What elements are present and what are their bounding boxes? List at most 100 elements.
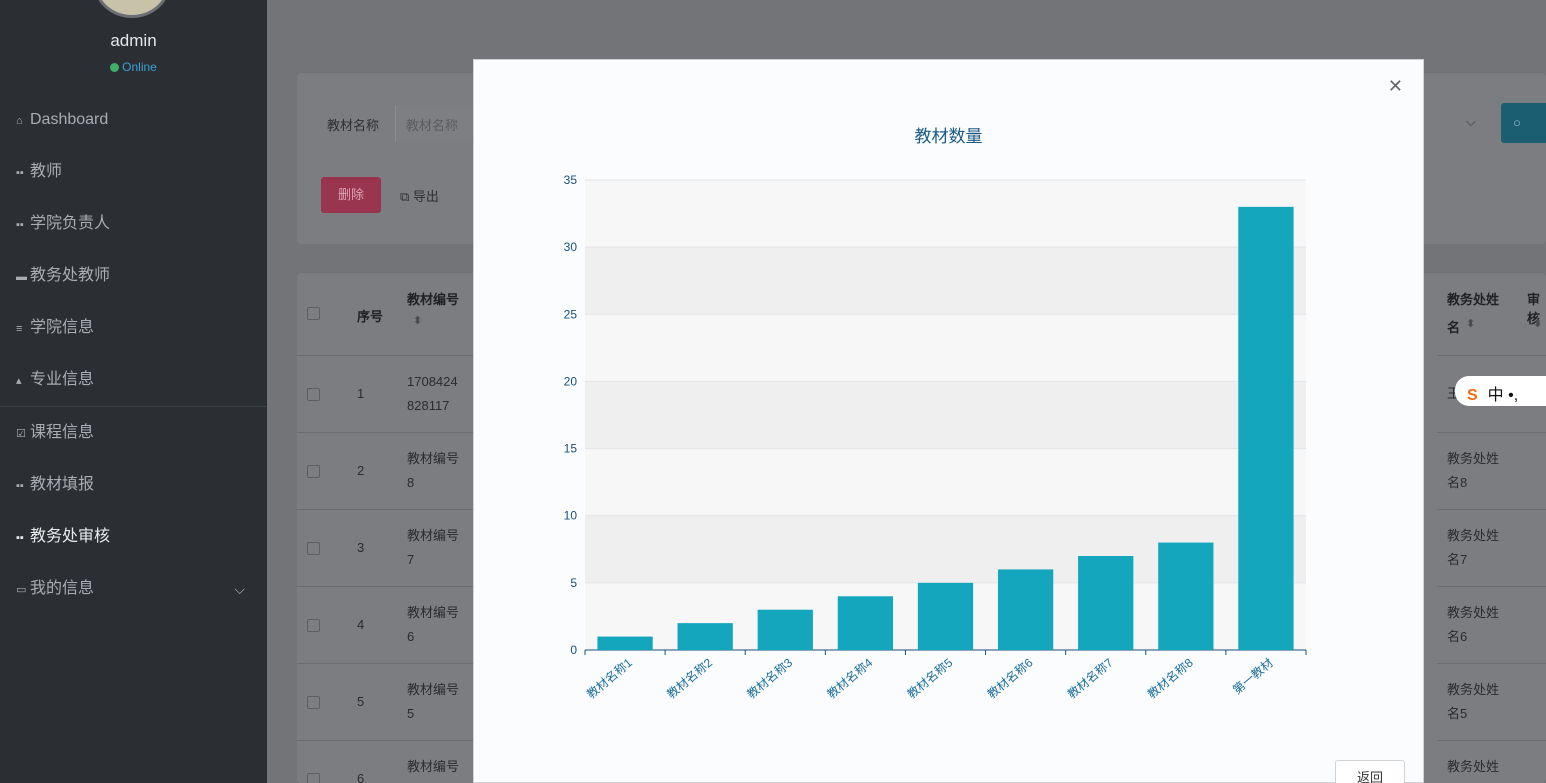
header-dean-name-2: 名 (1447, 320, 1461, 335)
row-divider (1437, 586, 1546, 587)
row-divider (1437, 432, 1546, 433)
sidebar-item-label: 学院信息 (30, 319, 95, 336)
row-checkbox[interactable] (307, 773, 320, 783)
row-divider (297, 740, 473, 741)
x-tick-label: 第一教材 (1229, 655, 1275, 697)
table-row-dean: 教务处姓 (1447, 528, 1500, 543)
sidebar-item-college-info[interactable]: ≡ 学院信息 (0, 302, 267, 354)
grid-band (585, 314, 1306, 382)
table-row-index: 3 (357, 540, 365, 555)
bar (1158, 542, 1214, 650)
x-tick-label: 教材名称3 (744, 655, 796, 702)
sidebar-item-college-head[interactable]: ▪▪ 学院负责人 (0, 198, 267, 250)
x-tick-label: 教材名称5 (904, 655, 956, 702)
table-row-dean: 名7 (1447, 552, 1468, 567)
header-code[interactable]: 教材编号 (407, 289, 459, 308)
sidebar-item-academic-review[interactable]: ▪▪ 教务处审核 (0, 511, 267, 563)
x-tick-label: 教材名称1 (583, 655, 635, 702)
row-checkbox[interactable] (307, 542, 320, 555)
bar (677, 623, 733, 650)
table-row-code: 教材编号 (407, 528, 460, 543)
row-checkbox[interactable] (307, 388, 320, 401)
sidebar-item-academic-teacher[interactable]: ▬ 教务处教师 (0, 250, 267, 302)
grid-icon: ▪▪ (16, 167, 24, 179)
y-tick-label: 25 (564, 307, 578, 321)
row-divider (297, 355, 473, 356)
sidebar-item-textbook-report[interactable]: ▪▪ 教材填报 (0, 459, 267, 511)
row-divider (1437, 509, 1546, 510)
back-button[interactable]: 返回 (1335, 760, 1405, 783)
table-row-code: 6 (407, 629, 415, 644)
x-tick-label: 教材名称2 (664, 655, 716, 702)
row-checkbox[interactable] (307, 696, 320, 709)
export-icon: ⧉ (400, 189, 413, 204)
table-row-dean: 名5 (1447, 706, 1468, 721)
sidebar-item-label: 我的信息 (30, 580, 95, 597)
sidebar: admin Online ⌂ Dashboard ▪▪ 教师 ▪▪ 学院负责人 ▬ 教务… (0, 0, 267, 783)
user-status-label: Online (122, 60, 157, 74)
sidebar-item-label: 学院负责人 (30, 215, 111, 232)
sidebar-item-major-info[interactable]: ▴ 专业信息 (0, 354, 267, 406)
bar (597, 636, 653, 650)
table-row-code: 1708424 (407, 374, 458, 389)
sort-icon[interactable]: ⬍ (1533, 317, 1542, 330)
header-dean-name[interactable]: 教务处姓 (1447, 289, 1499, 308)
table-row-index: 2 (357, 463, 365, 478)
search-button[interactable]: ○ (1501, 103, 1546, 143)
list-icon: ≡ (16, 323, 23, 335)
table-row-index: 1 (357, 386, 365, 401)
delete-button[interactable]: 删除 (321, 177, 381, 213)
table-row-code: 7 (407, 552, 415, 567)
sidebar-menu: ⌂ Dashboard ▪▪ 教师 ▪▪ 学院负责人 ▬ 教务处教师 ≡ 学院信息 ▴ 专业… (0, 94, 267, 615)
row-checkbox[interactable] (307, 619, 320, 632)
chevron-down-icon[interactable]: ⌵ (1466, 114, 1476, 130)
bar (997, 569, 1054, 650)
sidebar-item-label: 专业信息 (30, 371, 95, 388)
sort-icon[interactable]: ⬍ (1466, 317, 1475, 330)
search-input[interactable]: 教材名称 (395, 105, 475, 141)
textbook-count-chart: 0 5 10 15 20 25 30 35 教材名称1 教材名称2 教材名称3 教材名称4 教材名称5 教… (564, 173, 1307, 702)
search-icon: ○ (1513, 115, 1521, 130)
bar (1238, 206, 1294, 650)
table-row-code: 教材编号 (407, 605, 460, 620)
header-index: 序号 (357, 309, 384, 324)
export-button[interactable]: ⧉ 导出 (400, 186, 439, 205)
grid-icon: ▪▪ (16, 219, 24, 231)
table-row-dean: 教务处姓 (1447, 682, 1500, 697)
ime-mode[interactable]: 中 (1488, 387, 1504, 404)
select-all-checkbox[interactable] (307, 307, 320, 320)
ime-punct[interactable]: •, (1508, 387, 1518, 404)
x-tick-label: 教材名称8 (1144, 655, 1196, 702)
avatar[interactable] (94, 0, 170, 18)
ime-toolbar[interactable]: S中 •, (1455, 376, 1546, 406)
grid-band (585, 180, 1306, 248)
table-row-code: 5 (407, 706, 415, 721)
sidebar-item-label: Dashboard (30, 111, 109, 128)
y-tick-label: 30 (564, 240, 578, 254)
sidebar-item-label: 课程信息 (30, 424, 95, 441)
table-row-code: 教材编号 (407, 759, 460, 774)
sidebar-item-my-info[interactable]: ▭ 我的信息 ⌵ (0, 563, 267, 615)
table-row-code: 8 (407, 475, 415, 490)
y-tick-label: 0 (570, 643, 577, 657)
grid-band (585, 381, 1306, 449)
row-checkbox[interactable] (307, 465, 320, 478)
sogou-logo-icon: S (1467, 387, 1478, 404)
row-divider (297, 509, 473, 510)
table-row-dean: 名6 (1447, 629, 1468, 644)
sidebar-item-teacher[interactable]: ▪▪ 教师 (0, 146, 267, 198)
chevron-down-icon: ⌵ (234, 581, 245, 597)
sidebar-item-label: 教务处教师 (30, 267, 111, 284)
user-name: admin (110, 31, 157, 50)
sidebar-item-dashboard[interactable]: ⌂ Dashboard (0, 94, 267, 146)
sidebar-item-course-info[interactable]: ☑ 课程信息 (0, 407, 267, 459)
table-row-dean: 教务处姓 (1447, 759, 1500, 774)
chart-modal: ✕ 教材数量 0 5 10 15 20 25 30 35 教材名称1 教材名称2 教材名称3 教材名称… (473, 59, 1424, 783)
bar (1078, 556, 1134, 650)
row-divider (297, 586, 473, 587)
y-tick-label: 5 (570, 576, 577, 590)
x-tick-label: 教材名称7 (1064, 655, 1116, 702)
row-divider (1437, 740, 1546, 741)
sort-icon[interactable]: ⬍ (413, 314, 422, 327)
table-row-code: 教材编号 (407, 682, 460, 697)
